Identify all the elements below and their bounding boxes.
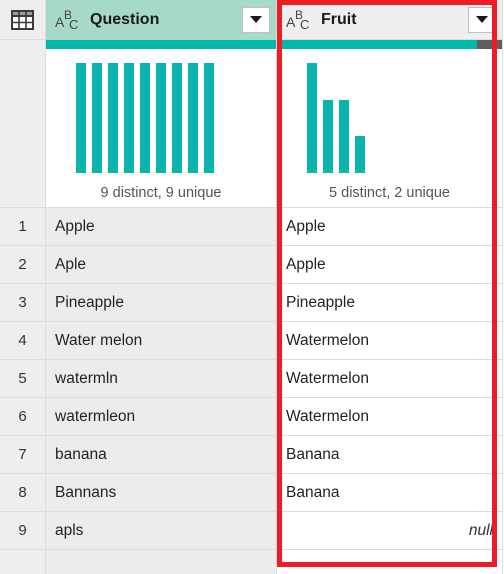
column-header-row: ABC Question ABC Fruit: [0, 0, 504, 40]
row-number: 5: [0, 360, 46, 398]
cell-fruit[interactable]: Pineapple: [277, 284, 503, 322]
column-profile-row: 9 distinct, 9 unique 5 distinct, 2 uniqu…: [0, 40, 504, 208]
chevron-down-icon: [476, 16, 488, 23]
table-row[interactable]: 3 Pineapple Pineapple: [0, 284, 504, 322]
row-number: 4: [0, 322, 46, 360]
column-header-fruit[interactable]: ABC Fruit: [277, 0, 503, 40]
distinct-unique-label-fruit: 5 distinct, 2 unique: [329, 185, 450, 201]
cell-fruit[interactable]: Banana: [277, 474, 503, 512]
quality-empty-segment: [477, 40, 502, 49]
table-row[interactable]: 8 Bannans Banana: [0, 474, 504, 512]
histogram-bar: [204, 63, 214, 173]
column-filter-button-question[interactable]: [242, 6, 270, 33]
column-header-question[interactable]: ABC Question: [46, 0, 277, 40]
histogram-bar: [124, 63, 134, 173]
quality-valid-segment: [277, 40, 478, 49]
quality-valid-segment: [46, 40, 276, 49]
cell-fruit[interactable]: Watermelon: [277, 322, 503, 360]
abc-text-type-icon: ABC: [286, 7, 310, 32]
histogram-bar: [172, 63, 182, 173]
cell-question[interactable]: Bannans: [46, 474, 277, 512]
select-all-corner-button[interactable]: [0, 0, 46, 40]
column-name-question: Question: [90, 10, 160, 28]
distinct-unique-label-question: 9 distinct, 9 unique: [100, 185, 222, 201]
table-row[interactable]: 6 watermleon Watermelon: [0, 398, 504, 436]
column-filter-button-fruit[interactable]: [468, 6, 496, 33]
histogram-bars-question: [76, 63, 214, 173]
cell-question[interactable]: Apple: [46, 208, 277, 246]
value-distribution-chart-fruit: 5 distinct, 2 unique: [277, 49, 502, 207]
table-row[interactable]: 2 Aple Apple: [0, 246, 504, 284]
histogram-bar: [323, 99, 333, 173]
row-number: 3: [0, 284, 46, 322]
row-number: 6: [0, 398, 46, 436]
histogram-bar: [339, 99, 349, 173]
histogram-bar: [76, 63, 86, 173]
table-row[interactable]: 4 Water melon Watermelon: [0, 322, 504, 360]
row-number: 2: [0, 246, 46, 284]
cell-question[interactable]: Water melon: [46, 322, 277, 360]
cell-fruit[interactable]: Apple: [277, 246, 503, 284]
table-row[interactable]: 9 apls null: [0, 512, 504, 550]
histogram-bars-fruit: [307, 63, 365, 173]
row-number: [0, 550, 46, 574]
cell-question[interactable]: watermleon: [46, 398, 277, 436]
abc-text-type-icon: ABC: [55, 7, 79, 32]
histogram-bar: [108, 63, 118, 173]
column-profile-fruit[interactable]: 5 distinct, 2 unique: [277, 40, 503, 208]
cell-question[interactable]: Pineapple: [46, 284, 277, 322]
row-number: 8: [0, 474, 46, 512]
cell-question[interactable]: apls: [46, 512, 277, 550]
histogram-bar: [156, 63, 166, 173]
histogram-bar: [355, 136, 365, 173]
data-quality-bar-fruit: [277, 40, 502, 49]
row-number: 1: [0, 208, 46, 246]
cell-question[interactable]: Aple: [46, 246, 277, 284]
table-row[interactable]: 5 watermln Watermelon: [0, 360, 504, 398]
cell-fruit[interactable]: Watermelon: [277, 360, 503, 398]
cell-question[interactable]: [46, 550, 277, 574]
chevron-down-icon: [250, 16, 262, 23]
column-profile-question[interactable]: 9 distinct, 9 unique: [46, 40, 277, 208]
cell-question[interactable]: watermln: [46, 360, 277, 398]
histogram-bar: [92, 63, 102, 173]
profile-gutter: [0, 40, 46, 208]
table-row[interactable]: 7 banana Banana: [0, 436, 504, 474]
table-icon: [11, 9, 34, 30]
data-quality-bar-question: [46, 40, 276, 49]
data-preview-grid: ABC Question ABC Fruit 9 distinct, 9 uni…: [0, 0, 504, 574]
row-number: 9: [0, 512, 46, 550]
cell-fruit[interactable]: Banana: [277, 436, 503, 474]
cell-fruit-null[interactable]: null: [277, 512, 503, 550]
value-distribution-chart-question: 9 distinct, 9 unique: [46, 49, 276, 207]
histogram-bar: [140, 63, 150, 173]
cell-fruit[interactable]: [277, 550, 503, 574]
column-name-fruit: Fruit: [321, 10, 357, 28]
table-row-partial[interactable]: [0, 550, 504, 574]
table-row[interactable]: 1 Apple Apple: [0, 208, 504, 246]
row-number: 7: [0, 436, 46, 474]
cell-question[interactable]: banana: [46, 436, 277, 474]
histogram-bar: [307, 63, 317, 173]
cell-fruit[interactable]: Apple: [277, 208, 503, 246]
histogram-bar: [188, 63, 198, 173]
cell-fruit[interactable]: Watermelon: [277, 398, 503, 436]
